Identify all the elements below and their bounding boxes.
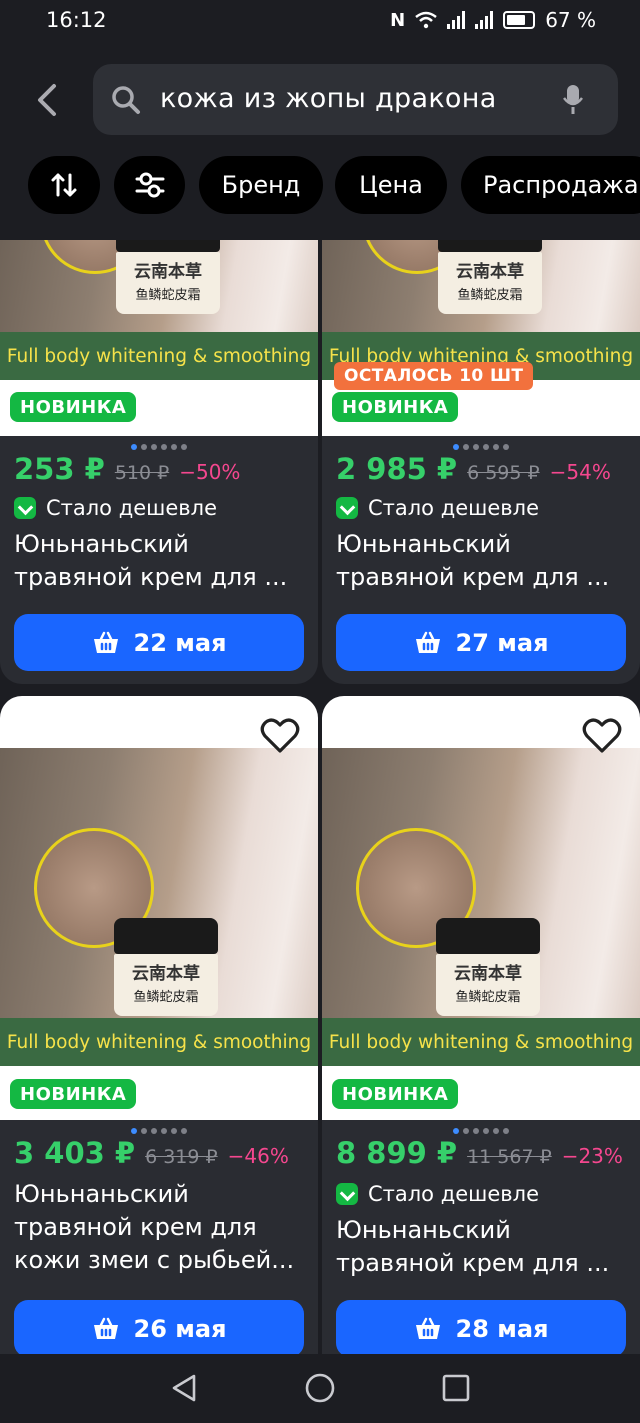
nfc-icon: N (390, 9, 406, 31)
filter-icon (135, 172, 164, 198)
delivery-button[interactable]: 28 мая (336, 1300, 626, 1354)
product-image: 云南本草 鱼鳞蛇皮霜 Full body whitening & smoothin… (322, 240, 640, 380)
battery-level: 67 % (545, 8, 596, 32)
delivery-date: 28 мая (455, 1314, 549, 1343)
battery-icon (503, 11, 536, 29)
price: 3 403 ₽ (14, 1136, 136, 1170)
price-drop-text: Стало дешевле (46, 496, 218, 520)
old-price: 6 595 ₽ (467, 462, 540, 484)
new-badge: НОВИНКА (332, 392, 459, 422)
search-icon (112, 86, 140, 114)
price: 2 985 ₽ (336, 452, 458, 486)
price-drop-icon (14, 497, 36, 519)
discount: −23% (561, 1144, 623, 1168)
image-pager (322, 1128, 640, 1134)
price-drop-label: Стало дешевле (336, 496, 539, 520)
jar-name: 鱼鳞蛇皮霜 (135, 287, 201, 303)
price-drop-icon (336, 1183, 358, 1205)
product-image: 云南本草鱼鳞蛇皮霜 Full body whitening & smoothin… (0, 696, 318, 1066)
image-banner: Full body whitening & smoothing (322, 1018, 640, 1066)
jar-name: 鱼鳞蛇皮霜 (455, 989, 521, 1005)
cart-icon (415, 1317, 440, 1339)
chip-brand[interactable]: Бренд (199, 156, 323, 214)
wifi-icon (415, 11, 437, 29)
product-card[interactable]: 云南本草鱼鳞蛇皮霜 Full body whitening & smoothin… (322, 696, 640, 1354)
nav-home-icon[interactable] (304, 1372, 336, 1404)
jar-name: 鱼鳞蛇皮霜 (133, 989, 199, 1005)
status-time: 16:12 (46, 8, 107, 32)
old-price: 510 ₽ (114, 462, 170, 484)
price: 253 ₽ (14, 452, 105, 486)
price-row: 253 ₽ 510 ₽ −50% (14, 452, 240, 486)
product-card[interactable]: 云南本草 鱼鳞蛇皮霜 Full body whitening & smoothin… (322, 240, 640, 684)
cart-icon (93, 1317, 118, 1339)
product-title[interactable]: Юньнаньский травяной крем для ... (336, 528, 630, 594)
chip-sale[interactable]: Распродажа (461, 156, 640, 214)
status-icons: N 67 % (390, 8, 596, 32)
filter-button[interactable] (114, 156, 185, 214)
search-query: кожа из жопы дракона (160, 83, 497, 114)
jar-brand: 云南本草 (132, 964, 200, 984)
nav-back-icon[interactable] (168, 1372, 200, 1404)
price-row: 2 985 ₽ 6 595 ₽ −54% (336, 452, 611, 486)
delivery-date: 26 мая (133, 1314, 227, 1343)
delivery-button[interactable]: 27 мая (336, 614, 626, 671)
product-image: 云南本草鱼鳞蛇皮霜 Full body whitening & smoothin… (0, 240, 318, 380)
image-banner: Full body whitening & smoothing (0, 1018, 318, 1066)
search-row: кожа из жопы дракона (0, 64, 640, 136)
jar-brand: 云南本草 (134, 262, 202, 282)
discount: −50% (179, 460, 241, 484)
image-pager (0, 444, 318, 450)
image-banner: Full body whitening & smoothing (0, 332, 318, 380)
product-grid: 云南本草 鱼鳞蛇皮霜 Full body whitening & smoothin… (0, 240, 640, 1354)
cart-icon (93, 631, 118, 653)
price-drop-text: Стало дешевле (368, 1182, 540, 1206)
system-nav-bar (0, 1354, 640, 1423)
discount: −54% (549, 460, 611, 484)
search-input[interactable]: кожа из жопы дракона (93, 64, 618, 135)
discount: −46% (227, 1144, 289, 1168)
jar-name: 鱼鳞蛇皮霜 (457, 287, 523, 303)
product-image: 云南本草鱼鳞蛇皮霜 Full body whitening & smoothin… (322, 696, 640, 1066)
heart-icon[interactable] (260, 716, 300, 756)
price-drop-label: Стало дешевле (14, 496, 217, 520)
delivery-button[interactable]: 22 мая (14, 614, 304, 671)
price-drop-icon (336, 497, 358, 519)
sort-icon (51, 173, 77, 197)
stock-left-badge: ОСТАЛОСЬ 10 ШТ (334, 362, 534, 390)
product-card[interactable]: 云南本草鱼鳞蛇皮霜 Full body whitening & smoothin… (0, 696, 318, 1354)
filter-chips: Бренд Цена Распродажа (0, 156, 640, 214)
image-pager (0, 1128, 318, 1134)
new-badge: НОВИНКА (10, 392, 137, 422)
old-price: 11 567 ₽ (467, 1146, 552, 1168)
product-title[interactable]: Юньнаньский травяной крем для кожи змеи … (14, 1178, 308, 1277)
nav-recents-icon[interactable] (440, 1372, 472, 1404)
delivery-date: 22 мая (133, 628, 227, 657)
old-price: 6 319 ₽ (145, 1146, 218, 1168)
chevron-left-icon[interactable] (30, 80, 66, 120)
price-drop-label: Стало дешевле (336, 1182, 539, 1206)
heart-icon[interactable] (582, 716, 622, 756)
product-title[interactable]: Юньнаньский травяной крем для ... (336, 1214, 630, 1280)
price: 8 899 ₽ (336, 1136, 458, 1170)
price-row: 8 899 ₽ 11 567 ₽ −23% (336, 1136, 623, 1170)
cart-icon (415, 631, 440, 653)
new-badge: НОВИНКА (10, 1079, 137, 1109)
mic-icon[interactable] (562, 84, 584, 116)
jar-brand: 云南本草 (456, 262, 524, 282)
status-bar: 16:12 N 67 % (0, 0, 640, 44)
price-row: 3 403 ₽ 6 319 ₽ −46% (14, 1136, 289, 1170)
price-drop-text: Стало дешевле (368, 496, 540, 520)
product-card[interactable]: 云南本草鱼鳞蛇皮霜 Full body whitening & smoothin… (0, 240, 318, 684)
chip-price[interactable]: Цена (335, 156, 447, 214)
delivery-date: 27 мая (455, 628, 549, 657)
jar-brand: 云南本草 (454, 964, 522, 984)
sort-button[interactable] (28, 156, 100, 214)
product-title[interactable]: Юньнаньский травяной крем для ... (14, 528, 308, 594)
signal-icon (447, 11, 466, 29)
image-pager (322, 444, 640, 450)
new-badge: НОВИНКА (332, 1079, 459, 1109)
signal-icon-2 (475, 11, 494, 29)
delivery-button[interactable]: 26 мая (14, 1300, 304, 1354)
